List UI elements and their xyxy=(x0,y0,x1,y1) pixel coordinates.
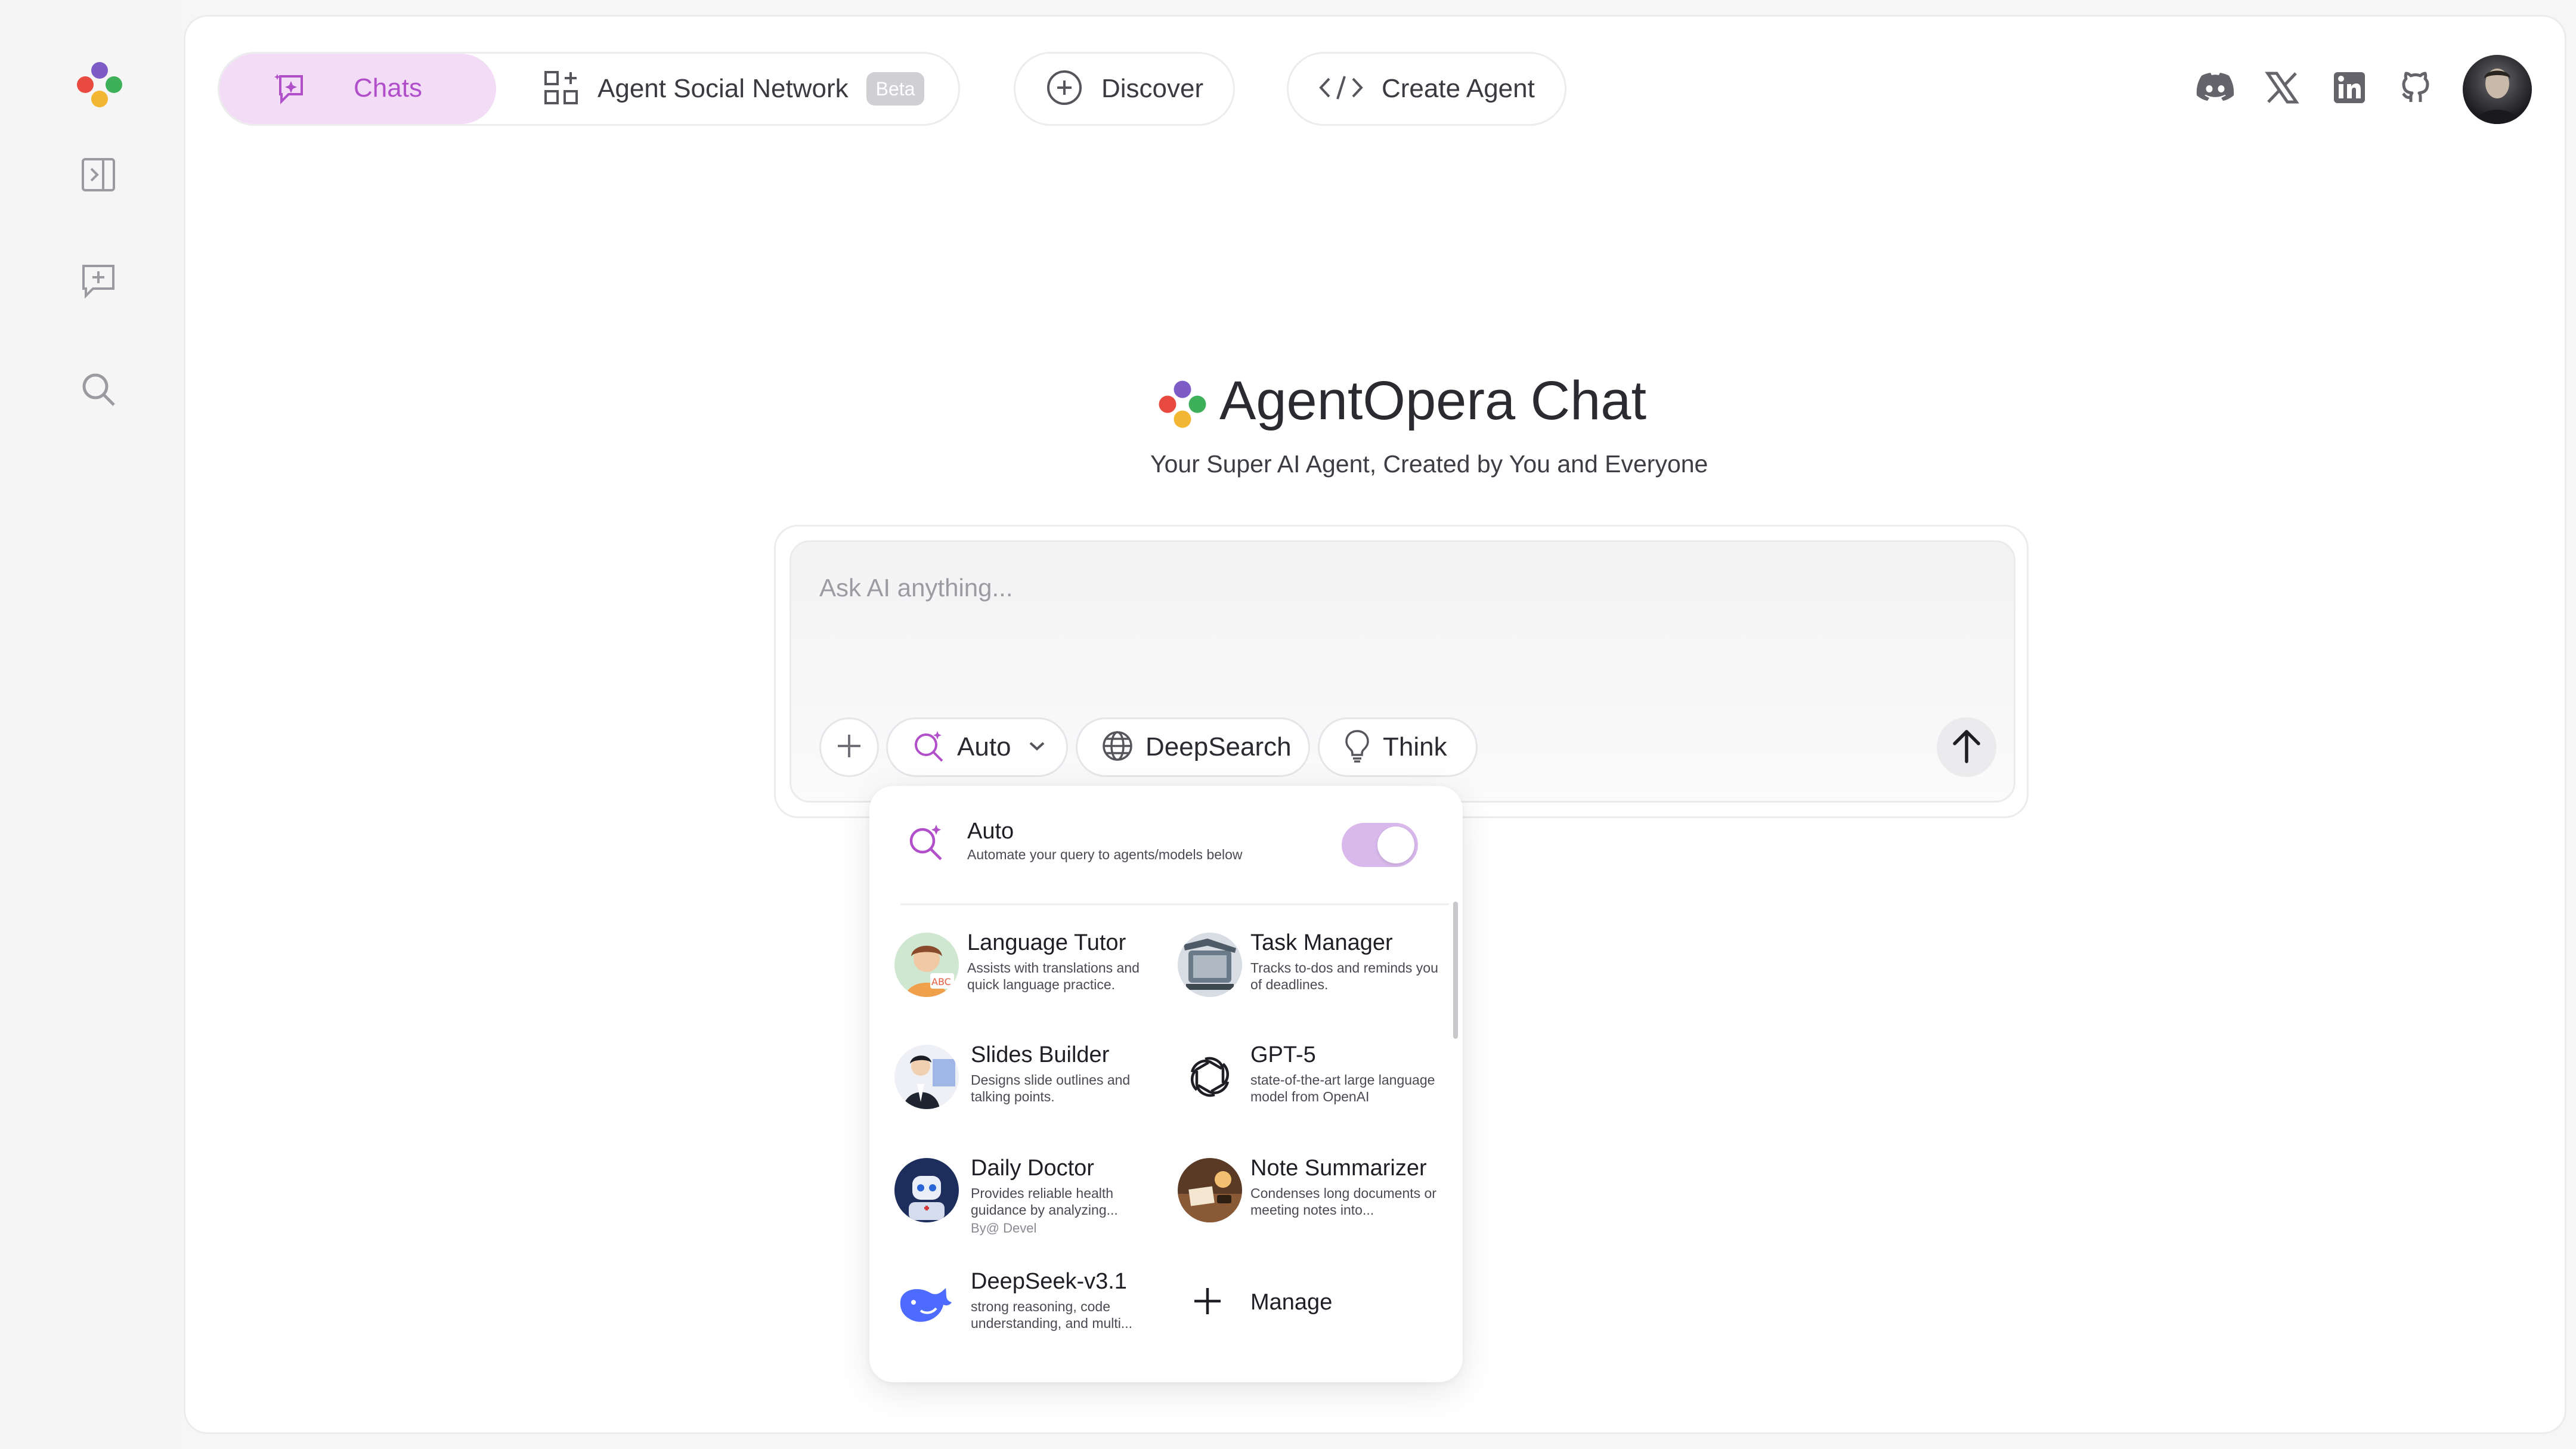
agent-item-slides-builder[interactable]: Slides Builder Designs slide outlines an… xyxy=(894,1042,1169,1114)
discover-label: Discover xyxy=(1101,74,1204,103)
send-button[interactable] xyxy=(1937,717,1996,777)
tab-chats-label: Chats xyxy=(354,73,422,103)
discord-icon[interactable] xyxy=(2194,67,2236,109)
auto-mode-label: Auto xyxy=(957,732,1011,761)
plus-icon xyxy=(1190,1283,1225,1322)
svg-text:ABC: ABC xyxy=(931,976,951,987)
agent-title: Note Summarizer xyxy=(1250,1156,1427,1181)
sidebar-toggle-icon[interactable] xyxy=(72,148,125,202)
agent-author: By@ Devel xyxy=(971,1221,1037,1236)
search-icon[interactable] xyxy=(72,363,125,416)
think-label: Think xyxy=(1383,732,1447,761)
code-icon xyxy=(1318,73,1364,106)
linkedin-icon[interactable] xyxy=(2329,67,2370,109)
app-logo[interactable] xyxy=(75,60,125,110)
agent-title: GPT-5 xyxy=(1250,1042,1316,1067)
agent-title: DeepSeek-v3.1 xyxy=(971,1269,1127,1294)
agent-desc: Designs slide outlines and talking point… xyxy=(971,1072,1131,1104)
plus-icon xyxy=(836,733,862,762)
globe-icon xyxy=(1101,730,1134,765)
slides-builder-avatar xyxy=(894,1045,959,1109)
menu-scrollbar[interactable] xyxy=(1453,902,1458,1039)
agent-item-gpt-5[interactable]: GPT-5 state-of-the-art large language mo… xyxy=(1178,1042,1452,1114)
menu-divider xyxy=(900,903,1449,905)
deepsearch-label: DeepSearch xyxy=(1145,732,1292,761)
agent-item-task-manager[interactable]: Task Manager Tracks to-dos and reminds y… xyxy=(1178,930,1452,1002)
auto-mode-dropdown[interactable]: Auto xyxy=(886,717,1068,777)
new-chat-icon[interactable] xyxy=(72,254,125,308)
auto-toggle[interactable] xyxy=(1342,823,1418,867)
arrow-up-icon xyxy=(1951,728,1982,767)
agent-desc: Tracks to-dos and reminds you of deadlin… xyxy=(1250,960,1438,992)
github-icon[interactable] xyxy=(2395,67,2436,109)
discover-button[interactable]: Discover xyxy=(1014,52,1236,126)
agent-title: Slides Builder xyxy=(971,1042,1110,1067)
agent-title: Task Manager xyxy=(1250,930,1393,955)
tab-agent-social-network-label: Agent Social Network xyxy=(597,74,849,103)
tab-agent-social-network[interactable]: Agent Social Network Beta xyxy=(543,54,925,124)
agent-desc: strong reasoning, code understanding, an… xyxy=(971,1299,1133,1331)
manage-label: Manage xyxy=(1250,1289,1333,1315)
page-subtitle: Your Super AI Agent, Created by You and … xyxy=(1150,450,1708,478)
deepseek-logo-icon xyxy=(894,1271,959,1336)
page-title: AgentOpera Chat xyxy=(1219,370,1647,431)
think-button[interactable]: Think xyxy=(1318,717,1478,777)
daily-doctor-avatar xyxy=(894,1158,959,1222)
beta-badge: Beta xyxy=(866,72,925,106)
language-tutor-avatar: ABC xyxy=(894,933,959,997)
left-rail xyxy=(0,0,182,1449)
toggle-knob xyxy=(1377,826,1414,863)
agent-item-deepseek-v3-1[interactable]: DeepSeek-v3.1 strong reasoning, code und… xyxy=(894,1269,1169,1340)
chevron-down-icon xyxy=(1028,740,1046,755)
auto-option-icon xyxy=(906,823,945,864)
agent-desc: Provides reliable health guidance by ana… xyxy=(971,1185,1118,1218)
x-twitter-icon[interactable] xyxy=(2261,67,2303,109)
agent-desc: Condenses long documents or meeting note… xyxy=(1250,1185,1436,1218)
agent-item-language-tutor[interactable]: ABC Language Tutor Assists with translat… xyxy=(894,930,1169,1002)
agent-title: Language Tutor xyxy=(967,930,1126,955)
agent-item-note-summarizer[interactable]: Note Summarizer Condenses long documents… xyxy=(1178,1156,1452,1227)
manage-agents-button[interactable]: Manage xyxy=(1190,1282,1332,1323)
agent-title: Daily Doctor xyxy=(971,1156,1094,1181)
create-agent-button[interactable]: Create Agent xyxy=(1287,52,1566,126)
task-manager-avatar xyxy=(1178,933,1242,997)
create-agent-label: Create Agent xyxy=(1382,74,1535,103)
avatar[interactable] xyxy=(2463,55,2532,124)
add-attachment-button[interactable] xyxy=(819,717,879,777)
agent-desc: state-of-the-art large language model fr… xyxy=(1250,1072,1435,1104)
hero-logo xyxy=(1157,379,1208,430)
auto-option-desc: Automate your query to agents/models bel… xyxy=(967,847,1243,862)
auto-sparkle-search-icon xyxy=(912,729,945,766)
note-summarizer-avatar xyxy=(1178,1158,1242,1222)
grid-icon xyxy=(543,69,580,109)
compass-plus-icon xyxy=(1045,69,1083,110)
openai-logo-icon xyxy=(1178,1045,1242,1109)
deepsearch-button[interactable]: DeepSearch xyxy=(1076,717,1310,777)
lightbulb-icon xyxy=(1343,729,1371,766)
chats-icon xyxy=(272,70,310,112)
agent-desc: Assists with translations and quick lang… xyxy=(967,960,1140,992)
auto-option-title: Auto xyxy=(967,819,1014,844)
agent-item-daily-doctor[interactable]: Daily Doctor Provides reliable health gu… xyxy=(894,1156,1169,1239)
chat-input-placeholder: Ask AI anything... xyxy=(819,574,1013,602)
tab-chats[interactable]: Chats xyxy=(219,54,496,124)
